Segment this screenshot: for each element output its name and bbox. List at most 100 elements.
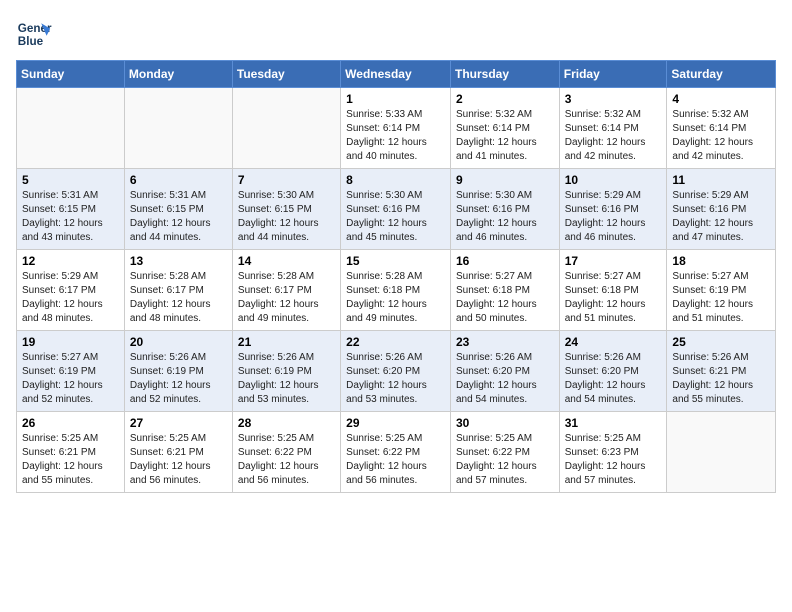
calendar-day-cell: 3 Sunrise: 5:32 AM Sunset: 6:14 PM Daylig… — [559, 88, 667, 169]
calendar-empty-cell — [232, 88, 340, 169]
day-info: Sunrise: 5:27 AM Sunset: 6:19 PM Dayligh… — [672, 270, 770, 326]
day-info: Sunrise: 5:26 AM Sunset: 6:20 PM Dayligh… — [565, 351, 662, 407]
calendar-empty-cell — [17, 88, 125, 169]
day-info: Sunrise: 5:29 AM Sunset: 6:16 PM Dayligh… — [565, 189, 662, 245]
day-info: Sunrise: 5:26 AM Sunset: 6:20 PM Dayligh… — [346, 351, 445, 407]
calendar-day-cell: 9Sunrise: 5:30 AM Sunset: 6:16 PM Daylig… — [450, 169, 559, 250]
day-number: 9 — [456, 173, 554, 187]
calendar-day-cell: 23 Sunrise: 5:26 AM Sunset: 6:20 PM Dayli… — [450, 331, 559, 412]
calendar-day-cell: 28 Sunrise: 5:25 AM Sunset: 6:22 PM Dayli… — [232, 412, 340, 493]
calendar-day-cell: 6 Sunrise: 5:31 AM Sunset: 6:15 PM Daylig… — [124, 169, 232, 250]
calendar-week-row: 1 Sunrise: 5:33 AM Sunset: 6:14 PM Daylig… — [17, 88, 776, 169]
day-info: Sunrise: 5:25 AM Sunset: 6:21 PM Dayligh… — [130, 432, 227, 488]
day-info: Sunrise: 5:31 AM Sunset: 6:15 PM Dayligh… — [22, 189, 119, 245]
day-info: Sunrise: 5:27 AM Sunset: 6:18 PM Dayligh… — [565, 270, 662, 326]
day-number: 16 — [456, 254, 554, 268]
day-info: Sunrise: 5:25 AM Sunset: 6:21 PM Dayligh… — [22, 432, 119, 488]
day-number: 14 — [238, 254, 335, 268]
day-number: 2 — [456, 92, 554, 106]
calendar-empty-cell — [124, 88, 232, 169]
day-info: Sunrise: 5:30 AM Sunset: 6:16 PM Dayligh… — [346, 189, 445, 245]
calendar-day-cell: 17Sunrise: 5:27 AM Sunset: 6:18 PM Dayli… — [559, 250, 667, 331]
calendar-day-cell: 26 Sunrise: 5:25 AM Sunset: 6:21 PM Dayli… — [17, 412, 125, 493]
day-info: Sunrise: 5:26 AM Sunset: 6:19 PM Dayligh… — [130, 351, 227, 407]
calendar-day-cell: 25 Sunrise: 5:26 AM Sunset: 6:21 PM Dayli… — [667, 331, 776, 412]
calendar-day-cell: 31Sunrise: 5:25 AM Sunset: 6:23 PM Dayli… — [559, 412, 667, 493]
day-number: 1 — [346, 92, 445, 106]
day-info: Sunrise: 5:26 AM Sunset: 6:20 PM Dayligh… — [456, 351, 554, 407]
page-header: General Blue — [16, 16, 776, 52]
day-number: 22 — [346, 335, 445, 349]
day-number: 25 — [672, 335, 770, 349]
calendar-week-row: 19Sunrise: 5:27 AM Sunset: 6:19 PM Dayli… — [17, 331, 776, 412]
calendar-week-row: 5 Sunrise: 5:31 AM Sunset: 6:15 PM Daylig… — [17, 169, 776, 250]
day-info: Sunrise: 5:31 AM Sunset: 6:15 PM Dayligh… — [130, 189, 227, 245]
day-info: Sunrise: 5:28 AM Sunset: 6:18 PM Dayligh… — [346, 270, 445, 326]
day-number: 4 — [672, 92, 770, 106]
day-info: Sunrise: 5:27 AM Sunset: 6:18 PM Dayligh… — [456, 270, 554, 326]
calendar-day-cell: 15Sunrise: 5:28 AM Sunset: 6:18 PM Dayli… — [341, 250, 451, 331]
day-number: 11 — [672, 173, 770, 187]
day-number: 30 — [456, 416, 554, 430]
day-number: 21 — [238, 335, 335, 349]
day-info: Sunrise: 5:26 AM Sunset: 6:21 PM Dayligh… — [672, 351, 770, 407]
day-info: Sunrise: 5:32 AM Sunset: 6:14 PM Dayligh… — [672, 108, 770, 164]
day-number: 5 — [22, 173, 119, 187]
calendar-day-cell: 19Sunrise: 5:27 AM Sunset: 6:19 PM Dayli… — [17, 331, 125, 412]
day-number: 6 — [130, 173, 227, 187]
day-number: 3 — [565, 92, 662, 106]
calendar-day-cell: 1 Sunrise: 5:33 AM Sunset: 6:14 PM Daylig… — [341, 88, 451, 169]
weekday-header-wednesday: Wednesday — [341, 61, 451, 88]
day-info: Sunrise: 5:32 AM Sunset: 6:14 PM Dayligh… — [565, 108, 662, 164]
weekday-header-monday: Monday — [124, 61, 232, 88]
day-number: 24 — [565, 335, 662, 349]
calendar-day-cell: 8 Sunrise: 5:30 AM Sunset: 6:16 PM Daylig… — [341, 169, 451, 250]
day-number: 18 — [672, 254, 770, 268]
calendar-day-cell: 21 Sunrise: 5:26 AM Sunset: 6:19 PM Dayli… — [232, 331, 340, 412]
calendar-day-cell: 5 Sunrise: 5:31 AM Sunset: 6:15 PM Daylig… — [17, 169, 125, 250]
day-number: 19 — [22, 335, 119, 349]
day-info: Sunrise: 5:28 AM Sunset: 6:17 PM Dayligh… — [130, 270, 227, 326]
calendar-day-cell: 22 Sunrise: 5:26 AM Sunset: 6:20 PM Dayli… — [341, 331, 451, 412]
day-info: Sunrise: 5:33 AM Sunset: 6:14 PM Dayligh… — [346, 108, 445, 164]
day-info: Sunrise: 5:25 AM Sunset: 6:22 PM Dayligh… — [238, 432, 335, 488]
day-number: 28 — [238, 416, 335, 430]
day-info: Sunrise: 5:28 AM Sunset: 6:17 PM Dayligh… — [238, 270, 335, 326]
calendar-day-cell: 14 Sunrise: 5:28 AM Sunset: 6:17 PM Dayli… — [232, 250, 340, 331]
day-info: Sunrise: 5:25 AM Sunset: 6:22 PM Dayligh… — [346, 432, 445, 488]
calendar-empty-cell — [667, 412, 776, 493]
day-number: 20 — [130, 335, 227, 349]
calendar-day-cell: 30 Sunrise: 5:25 AM Sunset: 6:22 PM Dayli… — [450, 412, 559, 493]
day-number: 12 — [22, 254, 119, 268]
svg-text:Blue: Blue — [18, 35, 44, 48]
weekday-header-sunday: Sunday — [17, 61, 125, 88]
calendar-day-cell: 4 Sunrise: 5:32 AM Sunset: 6:14 PM Daylig… — [667, 88, 776, 169]
day-info: Sunrise: 5:30 AM Sunset: 6:15 PM Dayligh… — [238, 189, 335, 245]
weekday-header-saturday: Saturday — [667, 61, 776, 88]
calendar-day-cell: 18 Sunrise: 5:27 AM Sunset: 6:19 PM Dayli… — [667, 250, 776, 331]
calendar-day-cell: 29 Sunrise: 5:25 AM Sunset: 6:22 PM Dayli… — [341, 412, 451, 493]
calendar-week-row: 12 Sunrise: 5:29 AM Sunset: 6:17 PM Dayli… — [17, 250, 776, 331]
calendar-day-cell: 7 Sunrise: 5:30 AM Sunset: 6:15 PM Daylig… — [232, 169, 340, 250]
day-info: Sunrise: 5:26 AM Sunset: 6:19 PM Dayligh… — [238, 351, 335, 407]
calendar-table: SundayMondayTuesdayWednesdayThursdayFrid… — [16, 60, 776, 493]
day-info: Sunrise: 5:29 AM Sunset: 6:17 PM Dayligh… — [22, 270, 119, 326]
day-number: 8 — [346, 173, 445, 187]
calendar-day-cell: 11 Sunrise: 5:29 AM Sunset: 6:16 PM Dayli… — [667, 169, 776, 250]
day-number: 29 — [346, 416, 445, 430]
calendar-day-cell: 20 Sunrise: 5:26 AM Sunset: 6:19 PM Dayli… — [124, 331, 232, 412]
weekday-header-thursday: Thursday — [450, 61, 559, 88]
day-number: 23 — [456, 335, 554, 349]
weekday-header-tuesday: Tuesday — [232, 61, 340, 88]
day-info: Sunrise: 5:25 AM Sunset: 6:23 PM Dayligh… — [565, 432, 662, 488]
calendar-day-cell: 2 Sunrise: 5:32 AM Sunset: 6:14 PM Daylig… — [450, 88, 559, 169]
day-info: Sunrise: 5:32 AM Sunset: 6:14 PM Dayligh… — [456, 108, 554, 164]
day-info: Sunrise: 5:29 AM Sunset: 6:16 PM Dayligh… — [672, 189, 770, 245]
calendar-day-cell: 12 Sunrise: 5:29 AM Sunset: 6:17 PM Dayli… — [17, 250, 125, 331]
calendar-day-cell: 16 Sunrise: 5:27 AM Sunset: 6:18 PM Dayli… — [450, 250, 559, 331]
day-info: Sunrise: 5:25 AM Sunset: 6:22 PM Dayligh… — [456, 432, 554, 488]
day-number: 13 — [130, 254, 227, 268]
day-number: 7 — [238, 173, 335, 187]
day-number: 10 — [565, 173, 662, 187]
day-number: 26 — [22, 416, 119, 430]
